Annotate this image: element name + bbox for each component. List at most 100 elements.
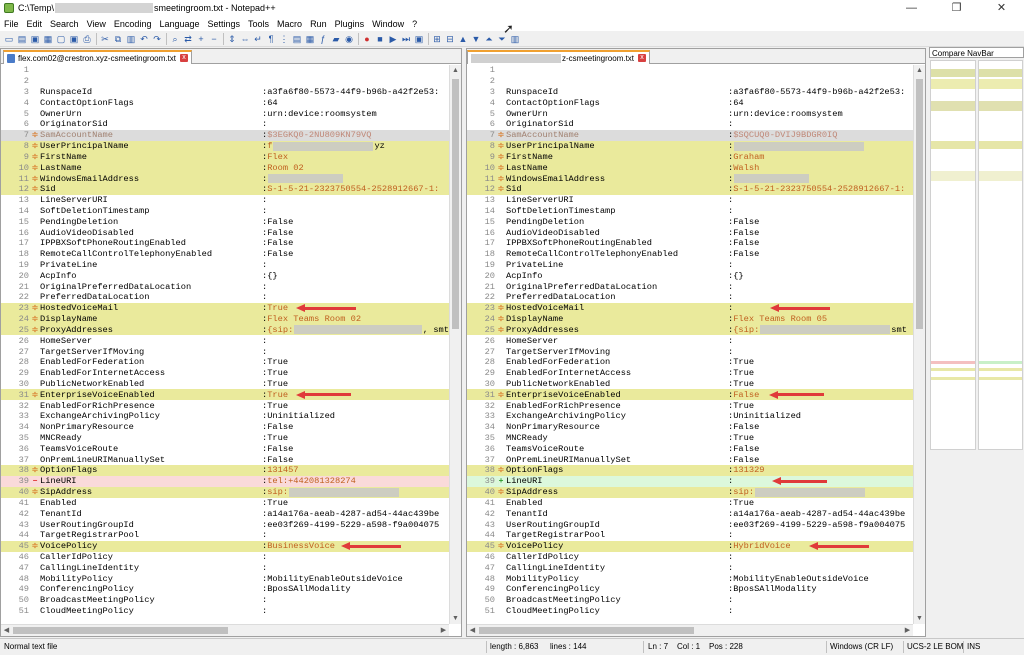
undo-icon[interactable]: ↶ xyxy=(138,33,150,45)
editor-line[interactable]: 32 EnabledForRichPresence: True xyxy=(1,400,449,411)
function-list-icon[interactable]: ƒ xyxy=(317,33,329,45)
editor-line[interactable]: 11 ≑ WindowsEmailAddress: xyxy=(1,173,449,184)
editor-line[interactable]: 42 TenantId: a14a176a-aeab-4287-ad54-44ac… xyxy=(467,508,913,519)
editor-line[interactable]: 43 UserRoutingGroupId: ee03f269-4199-5229… xyxy=(1,519,449,530)
editor-line[interactable]: 18 RemoteCallControlTelephonyEnabled: Fal… xyxy=(467,249,913,260)
save-icon[interactable]: ▣ xyxy=(29,33,41,45)
close-all-icon[interactable]: ▣ xyxy=(68,33,80,45)
find-icon[interactable]: ⌕ xyxy=(169,33,181,45)
indent-guide-icon[interactable]: ⋮ xyxy=(278,33,290,45)
h-scroll-thumb[interactable] xyxy=(13,627,228,634)
record-macro-icon[interactable]: ● xyxy=(361,33,373,45)
editor-line[interactable]: 25 ≑ ProxyAddresses: {sip:, smt xyxy=(1,324,449,336)
prev-diff-icon[interactable]: ▲ xyxy=(457,33,469,45)
scroll-up-icon[interactable]: ▲ xyxy=(914,65,925,76)
close-icon[interactable]: ▢ xyxy=(55,33,67,45)
editor-line[interactable]: 15 PendingDeletion: False xyxy=(1,216,449,227)
editor-line[interactable]: 26 HomeServer: xyxy=(1,335,449,346)
editor-line[interactable]: 12 ≑ Sid: S-1-5-21-2323750554-2528912667-1… xyxy=(467,183,913,195)
editor-line[interactable]: 50 BroadcastMeetingPolicy: xyxy=(1,595,449,606)
scroll-down-icon[interactable]: ▼ xyxy=(450,613,461,624)
editor-line[interactable]: 16 AudioVideoDisabled: False xyxy=(467,227,913,238)
right-editor[interactable]: 1 2 3 RunspaceId: a3fa6f80-5573-44f9-b96b-a… xyxy=(467,65,913,624)
editor-line[interactable]: 30 PublicNetworkEnabled: True xyxy=(467,379,913,390)
editor-line[interactable]: 47 CallingLineIdentity: xyxy=(467,562,913,573)
tab-close-icon[interactable]: x xyxy=(179,54,188,62)
navbar-right-column[interactable] xyxy=(977,60,1023,450)
scroll-thumb[interactable] xyxy=(452,79,459,329)
editor-line[interactable]: 51 CloudMeetingPolicy: xyxy=(467,606,913,617)
cut-icon[interactable]: ✂ xyxy=(99,33,111,45)
editor-line[interactable]: 13 LineServerURI: xyxy=(1,195,449,206)
scroll-right-icon[interactable]: ▶ xyxy=(902,625,913,636)
status-eol[interactable]: Windows (CR LF) xyxy=(830,639,893,655)
h-scroll-thumb[interactable] xyxy=(479,627,694,634)
editor-line[interactable]: 39 + LineURI: xyxy=(467,475,913,487)
print-icon[interactable]: ⎙ xyxy=(81,33,93,45)
left-horizontal-scrollbar[interactable]: ◀ ▶ xyxy=(1,624,449,636)
right-vertical-scrollbar[interactable]: ▲ ▼ xyxy=(913,65,925,624)
editor-line[interactable]: 29 EnabledForInternetAccess: True xyxy=(467,368,913,379)
editor-line[interactable]: 41 Enabled: True xyxy=(1,498,449,509)
menu-tools[interactable]: Tools xyxy=(248,19,269,29)
scroll-down-icon[interactable]: ▼ xyxy=(914,613,925,624)
editor-line[interactable]: 36 TeamsVoiceRoute: False xyxy=(467,443,913,454)
right-horizontal-scrollbar[interactable]: ◀ ▶ xyxy=(467,624,913,636)
save-all-icon[interactable]: ▦ xyxy=(42,33,54,45)
editor-line[interactable]: 3 RunspaceId: a3fa6f80-5573-44f9-b96b-a42… xyxy=(1,87,449,98)
editor-line[interactable]: 15 PendingDeletion: False xyxy=(467,216,913,227)
editor-line[interactable]: 2 xyxy=(1,76,449,87)
editor-line[interactable]: 4 ContactOptionFlags: 64 xyxy=(467,97,913,108)
menu-macro[interactable]: Macro xyxy=(277,19,302,29)
paste-icon[interactable]: ▥ xyxy=(125,33,137,45)
zoom-in-icon[interactable]: + xyxy=(195,33,207,45)
editor-line[interactable]: 9 ≑ FirstName: Flex xyxy=(1,151,449,163)
editor-line[interactable]: 5 OwnerUrn: urn:device:roomsystem xyxy=(1,108,449,119)
editor-line[interactable]: 10 ≑ LastName: Room 02 xyxy=(1,162,449,174)
editor-line[interactable]: 23 ≑ HostedVoiceMail: True xyxy=(1,302,449,314)
editor-line[interactable]: 47 CallingLineIdentity: xyxy=(1,562,449,573)
editor-line[interactable]: 27 TargetServerIfMoving: xyxy=(1,346,449,357)
redo-icon[interactable]: ↷ xyxy=(151,33,163,45)
editor-line[interactable]: 45 ≑ VoicePolicy: BusinessVoice xyxy=(1,540,449,552)
editor-line[interactable]: 31 ≑ EnterpriseVoiceEnabled: True xyxy=(1,389,449,401)
editor-line[interactable]: 38 ≑ OptionFlags: 131457 xyxy=(1,465,449,476)
menu-window[interactable]: Window xyxy=(372,19,404,29)
editor-line[interactable]: 37 OnPremLineURIManuallySet: False xyxy=(467,454,913,465)
editor-line[interactable]: 28 EnabledForFederation: True xyxy=(467,357,913,368)
editor-line[interactable]: 37 OnPremLineURIManuallySet: False xyxy=(1,454,449,465)
editor-line[interactable]: 49 ConferencingPolicy: BposSAllModality xyxy=(1,584,449,595)
sync-vertical-icon[interactable]: ⇕ xyxy=(226,33,238,45)
editor-line[interactable]: 6 OriginatorSid: xyxy=(1,119,449,130)
menu-edit[interactable]: Edit xyxy=(27,19,43,29)
status-encoding[interactable]: UCS-2 LE BOM xyxy=(907,639,963,655)
editor-line[interactable]: 4 ContactOptionFlags: 64 xyxy=(1,97,449,108)
scroll-left-icon[interactable]: ◀ xyxy=(1,625,12,636)
editor-line[interactable]: 35 MNCReady: True xyxy=(1,433,449,444)
editor-line[interactable]: 43 UserRoutingGroupId: ee03f269-4199-5229… xyxy=(467,519,913,530)
editor-line[interactable]: 19 PrivateLine: xyxy=(1,260,449,271)
left-editor[interactable]: 1 2 3 RunspaceId: a3fa6f80-5573-44f9-b96b-a… xyxy=(1,65,449,624)
editor-line[interactable]: 46 CallerIdPolicy: xyxy=(1,552,449,563)
clear-compare-icon[interactable]: ⊟ xyxy=(444,33,456,45)
open-file-icon[interactable]: ▤ xyxy=(16,33,28,45)
editor-line[interactable]: 33 ExchangeArchivingPolicy: Uninitialized xyxy=(1,411,449,422)
editor-line[interactable]: 44 TargetRegistrarPool: xyxy=(467,530,913,541)
right-file-tab[interactable]: z-csmeetingroom.txt x xyxy=(467,50,651,64)
editor-line[interactable]: 38 ≑ OptionFlags: 131329 xyxy=(467,465,913,476)
scroll-left-icon[interactable]: ◀ xyxy=(467,625,478,636)
editor-line[interactable]: 2 xyxy=(467,76,913,87)
editor-line[interactable]: 14 SoftDeletionTimestamp: xyxy=(467,206,913,217)
editor-line[interactable]: 34 NonPrimaryResource: False xyxy=(1,422,449,433)
monitor-icon[interactable]: ◉ xyxy=(343,33,355,45)
doc-map-icon[interactable]: ▦ xyxy=(304,33,316,45)
close-window-button[interactable]: ✕ xyxy=(979,0,1024,16)
editor-line[interactable]: 51 CloudMeetingPolicy: xyxy=(1,606,449,617)
menu-help[interactable]: ? xyxy=(412,19,417,29)
editor-line[interactable]: 41 Enabled: True xyxy=(467,498,913,509)
left-file-tab[interactable]: flex.com02@crestron.xyz-csmeetingroom.tx… xyxy=(3,50,192,64)
editor-line[interactable]: 1 xyxy=(467,65,913,76)
compare-icon[interactable]: ⊞ xyxy=(431,33,443,45)
editor-line[interactable]: 7 ≑ SamAccountName: $3EGKQ0-2NU809KN79VQ xyxy=(1,129,449,141)
new-file-icon[interactable]: ▭ xyxy=(3,33,15,45)
